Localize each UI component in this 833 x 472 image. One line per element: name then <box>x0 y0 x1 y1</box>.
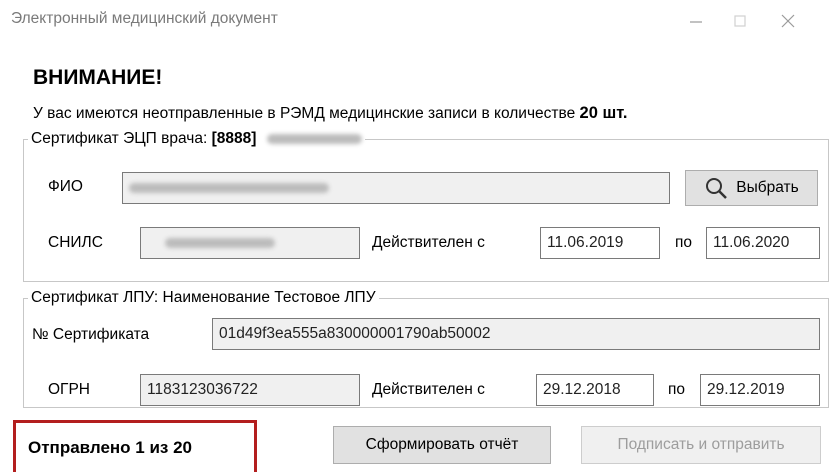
doctor-cert-group: Сертификат ЭЦП врача: [8888] <box>23 130 829 282</box>
lpu-valid-from-field[interactable]: 29.12.2018 <box>536 374 654 406</box>
send-status-text: Отправлено 1 из 20 <box>28 438 192 457</box>
window-title: Электронный медицинский документ <box>11 10 278 27</box>
doctor-valid-from-field[interactable]: 11.06.2019 <box>540 227 660 259</box>
doctor-valid-from-label: Действителен с <box>372 234 485 251</box>
search-icon <box>706 178 728 199</box>
snils-field[interactable] <box>140 227 360 259</box>
doctor-valid-to-field[interactable]: 11.06.2020 <box>706 227 820 259</box>
ogrn-field[interactable]: 1183123036722 <box>140 374 360 406</box>
sign-and-send-label: Подписать и отправить <box>617 436 785 453</box>
minimize-icon <box>690 21 702 23</box>
generate-report-label: Сформировать отчёт <box>365 436 519 453</box>
fio-label: ФИО <box>48 178 83 195</box>
doctor-code: [8888] <box>211 130 257 147</box>
warning-heading: ВНИМАНИЕ! <box>33 66 163 89</box>
lpu-valid-from-label: Действителен с <box>372 381 485 398</box>
snils-label: СНИЛС <box>48 234 103 251</box>
doctor-to-label: по <box>675 234 693 251</box>
notice-text: У вас имеются неотправленные в РЭМД меди… <box>33 105 576 122</box>
maximize-icon <box>734 15 746 27</box>
snils-redacted <box>165 237 275 248</box>
unsent-records-notice: У вас имеются неотправленные в РЭМД меди… <box>33 104 627 123</box>
send-status: Отправлено 1 из 20 <box>13 420 257 472</box>
cert-number-label: № Сертификата <box>32 326 150 343</box>
close-button[interactable] <box>768 6 808 36</box>
select-button-label: Выбрать <box>736 179 799 196</box>
doctor-cert-legend: Сертификат ЭЦП врача: [8888] <box>28 130 365 148</box>
maximize-button[interactable] <box>720 6 760 36</box>
lpu-cert-legend: Сертификат ЛПУ: Наименование Тестовое ЛП… <box>31 289 376 306</box>
doctor-cert-legend-prefix: Сертификат ЭЦП врача: <box>31 130 208 147</box>
fio-field[interactable] <box>122 172 670 204</box>
select-certificate-button[interactable]: Выбрать <box>685 170 818 206</box>
unsent-count: 20 шт. <box>579 104 628 122</box>
cert-number-field[interactable]: 01d49f3ea555a830000001790ab50002 <box>212 318 820 350</box>
ogrn-label: ОГРН <box>48 381 90 398</box>
doctor-name-redacted <box>266 133 362 144</box>
fio-redacted <box>129 182 329 193</box>
minimize-button[interactable] <box>676 6 716 36</box>
lpu-to-label: по <box>668 381 686 398</box>
sign-and-send-button[interactable]: Подписать и отправить <box>581 426 821 464</box>
lpu-valid-to-field[interactable]: 29.12.2019 <box>700 374 820 406</box>
generate-report-button[interactable]: Сформировать отчёт <box>333 426 551 464</box>
title-bar: Электронный медицинский документ <box>0 0 833 44</box>
close-icon <box>781 14 795 28</box>
